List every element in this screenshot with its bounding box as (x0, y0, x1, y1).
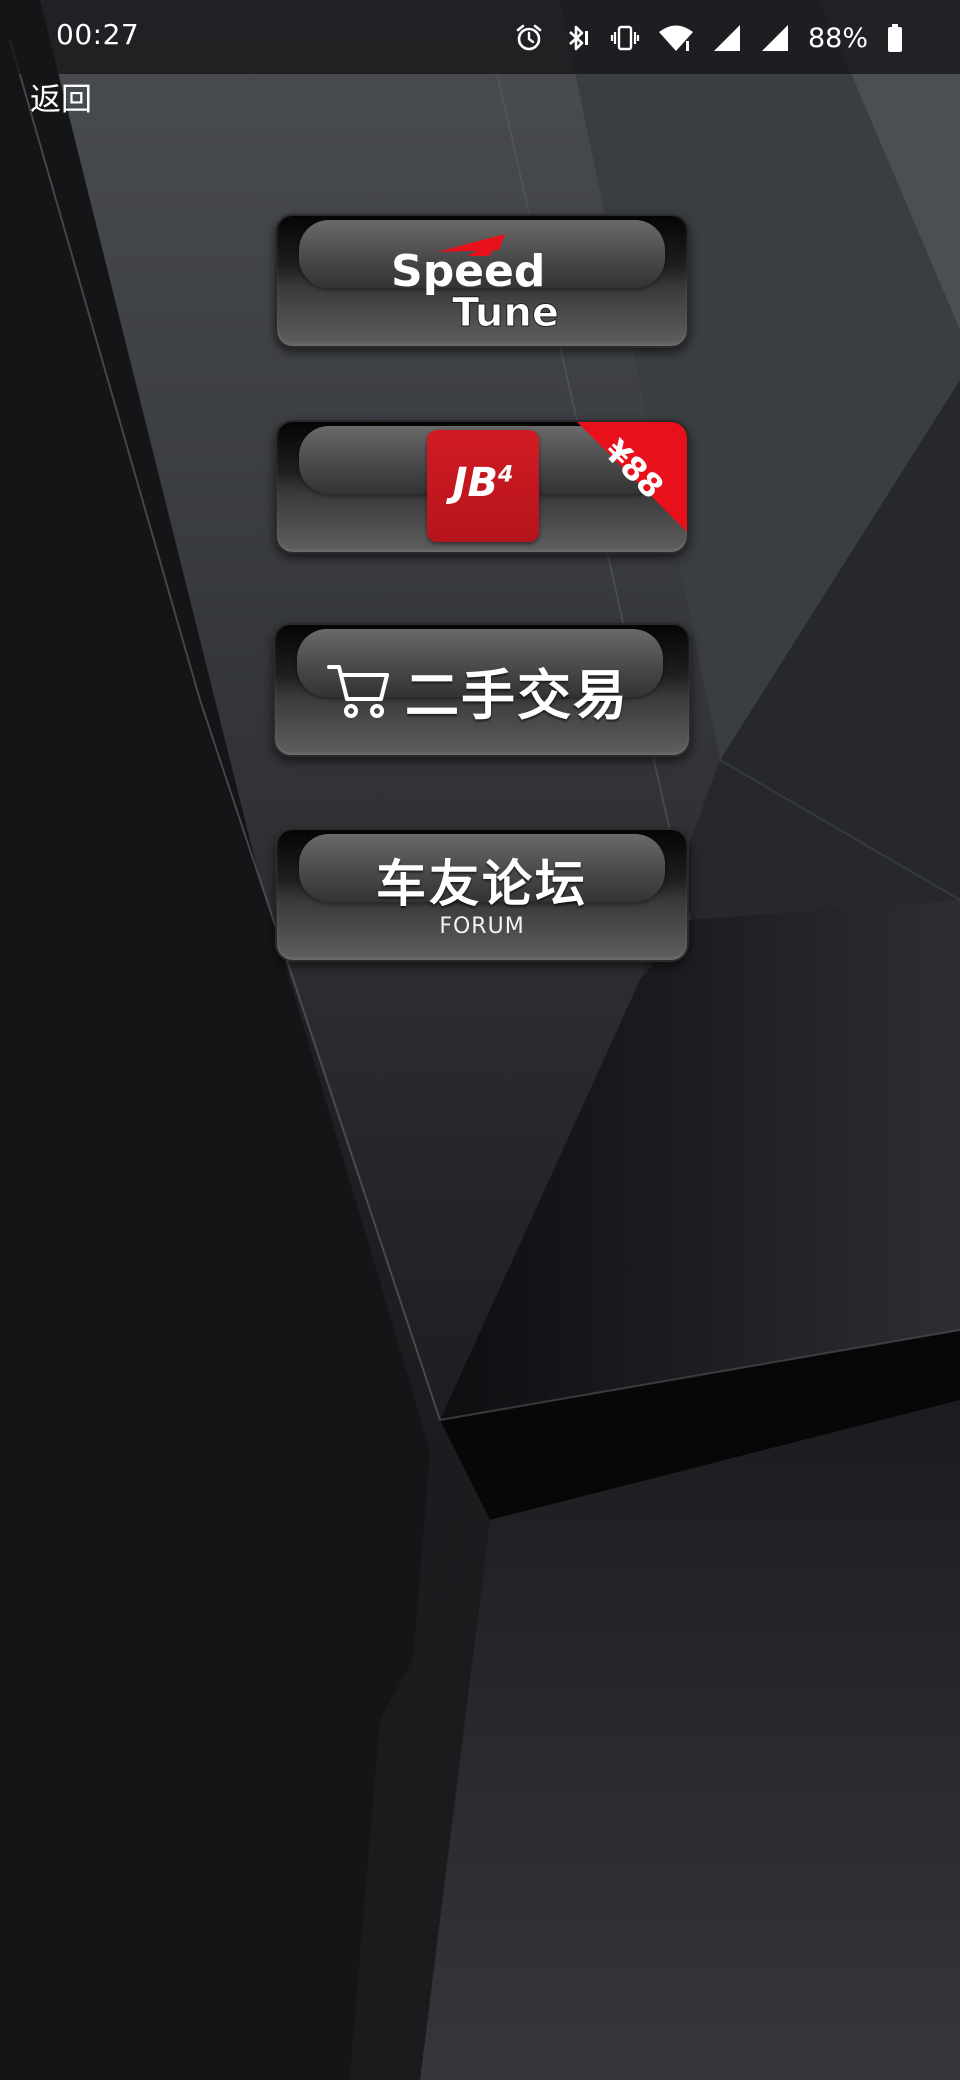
jb4-button[interactable]: JB4 ¥88 (275, 420, 689, 554)
forum-button[interactable]: 车友论坛 FORUM (275, 828, 689, 962)
forum-label-cn: 车友论坛 (376, 855, 588, 913)
back-button[interactable]: 返回 (30, 74, 92, 119)
status-icons: 88% (514, 20, 904, 56)
shopping-cart-icon (327, 665, 389, 718)
battery-percent: 88% (807, 22, 868, 54)
speedtune-button[interactable]: Speed Tune (275, 214, 689, 348)
bluetooth-icon (569, 25, 588, 51)
battery-icon (888, 24, 902, 52)
used-trade-label: 二手交易 (405, 664, 629, 727)
signal-icon (713, 25, 740, 51)
jb4-logo-text: JB (452, 460, 499, 506)
status-time: 00:27 (56, 18, 140, 51)
speedtune-logo: Speed Tune (391, 234, 559, 337)
signal-icon-2 (761, 25, 788, 51)
speedtune-logo-line2: Tune (452, 290, 559, 336)
price-ribbon: ¥88 (577, 422, 687, 532)
status-bar: 00:27 88% (0, 0, 960, 74)
alarm-icon (516, 24, 542, 51)
jb4-logo-sup: 4 (498, 462, 514, 488)
vibrate-icon (610, 25, 640, 51)
wifi-icon (658, 25, 693, 51)
forum-label-en: FORUM (439, 914, 525, 939)
jb4-logo: JB4 (427, 430, 539, 542)
used-trade-button[interactable]: 二手交易 (273, 623, 691, 757)
